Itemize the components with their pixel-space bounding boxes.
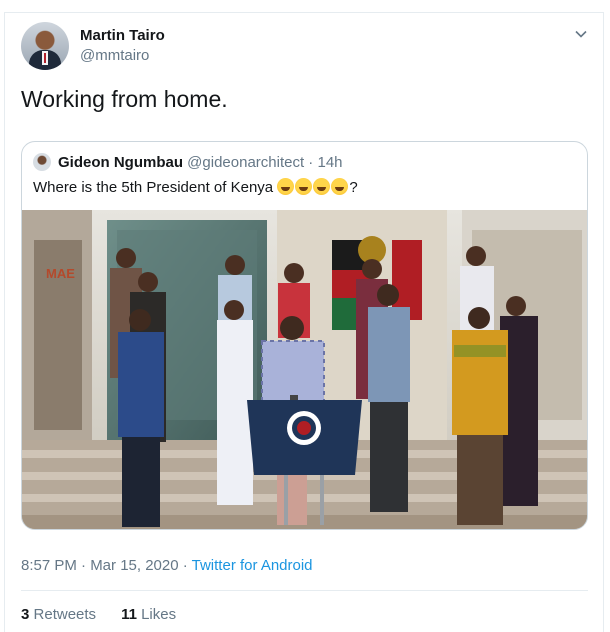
tweet-source-link[interactable]: Twitter for Android bbox=[192, 557, 313, 574]
quoted-author-name: Gideon Ngumbau bbox=[58, 154, 183, 171]
author-name[interactable]: Martin Tairo bbox=[80, 27, 165, 44]
quoted-header: Gideon Ngumbau @gideonarchitect · 14h bbox=[58, 154, 343, 171]
quoted-author-avatar bbox=[33, 153, 51, 171]
rofl-emoji-icon bbox=[331, 178, 349, 195]
quoted-text: Where is the 5th President of Kenya ? bbox=[33, 178, 358, 196]
rofl-emoji-icon bbox=[295, 178, 313, 195]
retweets-label: Retweets bbox=[33, 606, 97, 623]
likes-stat[interactable]: 11 Likes bbox=[121, 606, 176, 623]
author-avatar[interactable] bbox=[21, 22, 69, 70]
likes-label: Likes bbox=[141, 606, 177, 623]
tweet-text: Working from home. bbox=[21, 86, 228, 112]
quoted-text-body: Where is the 5th President of Kenya bbox=[33, 179, 278, 196]
rofl-emoji-icon bbox=[277, 178, 295, 195]
tweet-timestamp[interactable]: 8:57 PM · Mar 15, 2020 · Twitter for And… bbox=[21, 557, 313, 574]
quoted-tweet[interactable]: Gideon Ngumbau @gideonarchitect · 14h Wh… bbox=[21, 141, 588, 530]
svg-text:MAE: MAE bbox=[46, 266, 75, 281]
quoted-author-handle: @gideonarchitect bbox=[187, 154, 305, 171]
avatar-tie bbox=[44, 53, 46, 63]
quoted-photo[interactable]: MAE bbox=[22, 210, 588, 530]
tweet-stats: 3 Retweets 11 Likes bbox=[21, 606, 176, 623]
retweets-stat[interactable]: 3 Retweets bbox=[21, 606, 96, 623]
likes-count: 11 bbox=[121, 606, 137, 623]
retweets-count: 3 bbox=[21, 606, 30, 623]
quoted-time: · 14h bbox=[304, 154, 343, 171]
quoted-text-suffix: ? bbox=[349, 179, 358, 196]
stats-divider bbox=[21, 590, 588, 591]
timestamp-text: 8:57 PM · Mar 15, 2020 · bbox=[21, 557, 192, 574]
caret-down-icon[interactable] bbox=[575, 28, 587, 40]
rofl-emoji-icon bbox=[313, 178, 331, 195]
author-handle[interactable]: @mmtairo bbox=[80, 47, 149, 64]
